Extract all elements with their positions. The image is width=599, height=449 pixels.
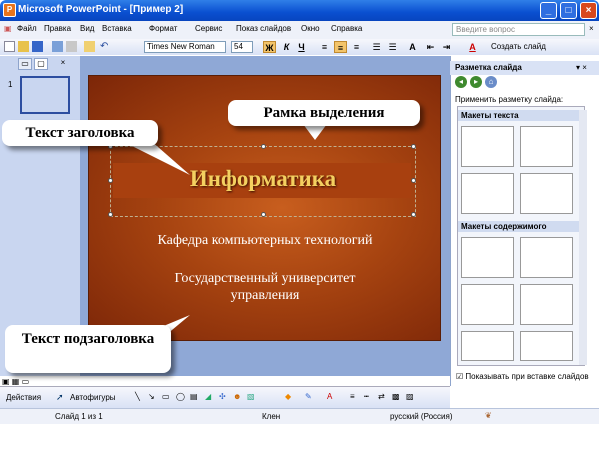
pointer-icon[interactable]: ➚ <box>56 392 64 403</box>
status-slide: Слайд 1 из 1 <box>55 412 103 421</box>
clipart-icon[interactable]: ☻ <box>233 392 241 401</box>
layout-thumbnail[interactable] <box>520 173 573 214</box>
shadow-icon[interactable]: ▩ <box>392 392 400 401</box>
arrow-style-icon[interactable]: ⇄ <box>378 392 385 401</box>
callout-title-text: Текст заголовка <box>2 120 158 146</box>
slideshow-view-icon[interactable]: ▭ <box>22 377 30 386</box>
apply-layout-label: Применить разметку слайда: <box>455 95 564 104</box>
task-pane-nav: ◂ ▸ ⌂ <box>455 76 515 89</box>
task-pane-scrollbar[interactable] <box>579 110 587 365</box>
layout-thumbnail[interactable] <box>461 126 514 167</box>
layout-thumbnail[interactable] <box>461 331 514 361</box>
layout-thumbnail[interactable] <box>461 237 514 278</box>
textbox-icon[interactable]: ▤ <box>190 392 198 401</box>
status-template: Клен <box>262 412 281 421</box>
autoshapes-menu[interactable]: Автофигуры <box>70 393 116 402</box>
callout-selection-frame: Рамка выделения <box>228 100 420 126</box>
show-on-insert-label: Показывать при вставке слайдов <box>465 372 589 381</box>
fill-color-icon[interactable]: ◆ <box>285 392 291 401</box>
home-icon[interactable]: ⌂ <box>485 76 497 88</box>
back-icon[interactable]: ◂ <box>455 76 467 88</box>
show-on-insert-checkbox[interactable]: ☑ Показывать при вставке слайдов <box>456 372 589 381</box>
rectangle-icon[interactable]: ▭ <box>162 392 170 401</box>
line-icon[interactable]: ╲ <box>135 392 140 401</box>
layout-thumbnail[interactable] <box>461 284 514 325</box>
forward-icon[interactable]: ▸ <box>470 76 482 88</box>
diagram-icon[interactable]: ✣ <box>219 392 226 401</box>
task-pane-close-icon[interactable]: ▾ × <box>576 63 587 72</box>
wordart-icon[interactable]: ◢ <box>205 392 211 401</box>
oval-icon[interactable]: ◯ <box>176 392 185 401</box>
line-color-icon[interactable]: ✎ <box>305 392 312 401</box>
layout-thumbnail[interactable] <box>520 126 573 167</box>
layout-thumbnail[interactable] <box>520 331 573 361</box>
section-text-layouts: Макеты текста <box>458 110 582 121</box>
dash-style-icon[interactable]: ┅ <box>364 392 369 401</box>
sorter-view-icon[interactable]: ▦ <box>12 377 20 386</box>
actions-menu[interactable]: Действия <box>6 393 41 402</box>
spellcheck-icon[interactable]: ❦ <box>485 411 492 420</box>
status-bar: Слайд 1 из 1 Клен русский (Россия) ❦ <box>0 408 599 424</box>
section-content-layouts: Макеты содержимого <box>458 221 582 232</box>
status-language: русский (Россия) <box>390 412 453 421</box>
picture-icon[interactable]: ▧ <box>247 392 255 401</box>
layout-thumbnail[interactable] <box>520 237 573 278</box>
line-style-icon[interactable]: ≡ <box>350 392 355 401</box>
layout-thumbnail[interactable] <box>461 173 514 214</box>
font-color-draw-icon[interactable]: A <box>327 392 332 401</box>
arrow-icon[interactable]: ↘ <box>148 392 155 401</box>
drawing-toolbar: Действия ➚ Автофигуры ╲ ↘ ▭ ◯ ▤ ◢ ✣ ☻ ▧ … <box>0 386 450 408</box>
callout-subtitle-text: Текст подзаголовка <box>5 325 171 373</box>
3d-icon[interactable]: ▨ <box>406 392 414 401</box>
normal-view-icon[interactable]: ▣ <box>2 377 10 386</box>
layout-thumbnail[interactable] <box>520 284 573 325</box>
